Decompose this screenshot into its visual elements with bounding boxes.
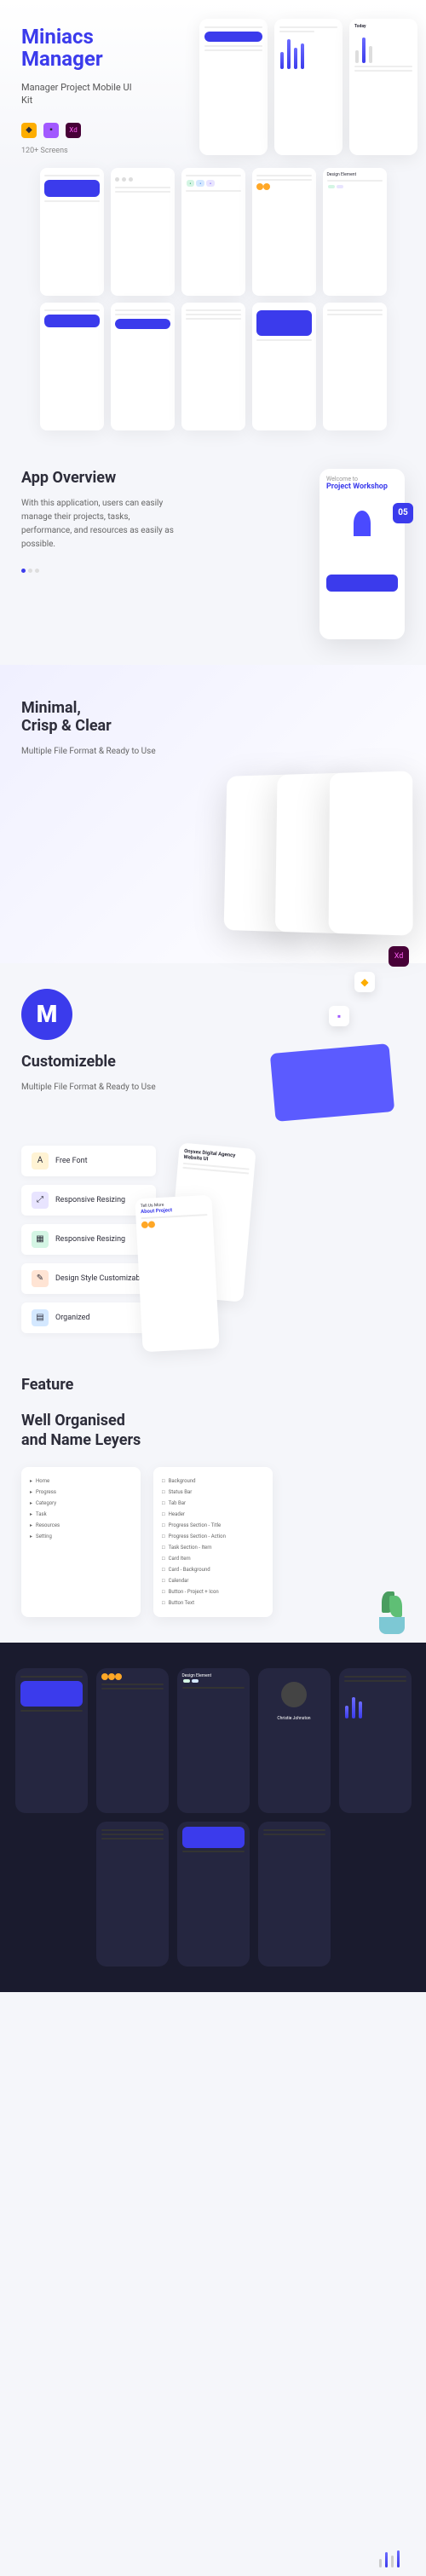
dark-phone-mockup: [258, 1822, 331, 1967]
layers-panel-1: ▸ Home ▸ Progress ▸ Category ▸ Task ▸ Re…: [21, 1467, 141, 1617]
minimal-title: Minimal,Crisp & Clear: [21, 699, 405, 735]
minimal-section: Minimal,Crisp & Clear Multiple File Form…: [0, 665, 426, 963]
phone-mockup: [252, 168, 316, 296]
xd-icon: Xd: [66, 123, 81, 138]
phone-mockup: [40, 168, 104, 296]
brand-logo: M: [21, 989, 72, 1040]
overview-title: App Overview: [21, 469, 302, 487]
layers-panel-illustration: [270, 1043, 394, 1122]
workshop-title: Project Workshop: [326, 482, 398, 491]
feature-section-title: Feature: [0, 1376, 426, 1394]
profile-name-label: Christie Johnston: [263, 1716, 325, 1721]
layers-section-title: Well Organisedand Name Leyers: [0, 1394, 426, 1468]
layer-row: ▸ Category: [30, 1498, 132, 1509]
dark-phone-mockup: [177, 1822, 250, 1967]
phone-mockup: ●●●: [181, 168, 245, 296]
feature-label: Responsive Resizing: [55, 1196, 125, 1204]
layer-row: □ Header: [162, 1509, 264, 1520]
phone-mockup: [40, 303, 104, 430]
sketch-icon: ◆: [354, 972, 375, 992]
phone-mockup: [274, 19, 343, 155]
layer-row: □ Button - Project + Icon: [162, 1586, 264, 1597]
person-illustration: [337, 498, 388, 549]
layer-row: ▸ Home: [30, 1476, 132, 1487]
layer-row: ▸ Resources: [30, 1520, 132, 1531]
phone-mockup: [252, 303, 316, 430]
phone-mockup-grid: ●●● Design Element: [0, 155, 426, 443]
layer-row: □ Card - Background: [162, 1564, 264, 1575]
layer-row: □ Progress Section - Action: [162, 1531, 264, 1542]
feature-item: A Free Font: [21, 1146, 156, 1176]
feature-label: Responsive Resizing: [55, 1235, 125, 1244]
dark-phone-mockup: [96, 1668, 169, 1813]
layer-row: □ Progress Section - Title: [162, 1520, 264, 1531]
figma-icon: ▪: [329, 1006, 349, 1026]
feature-label: Organized: [55, 1314, 90, 1322]
dark-phone-mockup: [96, 1822, 169, 1967]
organized-icon: ▤: [32, 1309, 49, 1326]
layer-row: □ Background: [162, 1476, 264, 1487]
phone-mockup: [329, 771, 413, 935]
feature-label: Design Style Customizable: [55, 1274, 146, 1283]
phone-mockup: [111, 303, 175, 430]
layer-row: ▸ Task: [30, 1509, 132, 1520]
features-section: A Free Font ⤢ Responsive Resizing ▦ Respons…: [0, 1120, 426, 1359]
phone-mockup: Today: [349, 19, 417, 155]
style-icon: ✎: [32, 1270, 49, 1287]
layers-panel-2: □ Background □ Status Bar □ Tab Bar □ He…: [153, 1467, 273, 1617]
layer-row: □ Calendar: [162, 1575, 264, 1586]
dark-phone-mockup: [339, 1668, 412, 1813]
resize-icon: ▦: [32, 1231, 49, 1248]
organized-layers-panels: ▸ Home ▸ Progress ▸ Category ▸ Task ▸ Re…: [0, 1467, 426, 1643]
layer-row: ▸ Progress: [30, 1487, 132, 1498]
phone-mockup: [111, 168, 175, 296]
phone-mockup: [181, 303, 245, 430]
resize-icon: ⤢: [32, 1192, 49, 1209]
welcome-label: Welcome to: [326, 476, 398, 482]
logo-letter: M: [37, 1000, 58, 1028]
figma-icon: ▪: [43, 123, 59, 138]
dark-phone-mockup: Design Element: [177, 1668, 250, 1813]
layer-row: □ Card Item: [162, 1553, 264, 1564]
app-overview-section: App Overview With this application, user…: [0, 443, 426, 665]
overview-phone-mockup: Welcome to Project Workshop 05: [320, 469, 405, 639]
feature-label: Free Font: [55, 1157, 88, 1165]
layer-row: □ Tab Bar: [162, 1498, 264, 1509]
plant-decoration: [375, 1591, 409, 1634]
dark-mode-section: Design Element Christie Johnston: [0, 1643, 426, 1992]
feature-item: ✎ Design Style Customizable: [21, 1263, 156, 1294]
design-element-label: Design Element: [182, 1673, 245, 1678]
feature-list: A Free Font ⤢ Responsive Resizing ▦ Respons…: [21, 1146, 156, 1333]
dark-phone-mockup: [15, 1668, 88, 1813]
phone-mockup: [199, 19, 268, 155]
phone-mockup: Design Element: [323, 168, 387, 296]
layer-row: □ Button Text: [162, 1597, 264, 1609]
layer-row: ▸ Setting: [30, 1531, 132, 1542]
date-badge: 05: [393, 503, 413, 523]
customizable-section: ◆ Xd ▪ M Customizeble Multiple File Form…: [0, 963, 426, 1120]
layer-row: □ Task Section - Item: [162, 1542, 264, 1553]
font-icon: A: [32, 1152, 49, 1170]
customizable-description: Multiple File Format & Ready to Use: [21, 1081, 175, 1095]
minimal-description: Multiple File Format & Ready to Use: [21, 745, 175, 759]
sketch-icon: ◆: [21, 123, 37, 138]
dark-phone-mockup: Christie Johnston: [258, 1668, 331, 1813]
phone-mockup: [323, 303, 387, 430]
phone-mockup: Tell Us More About Project: [135, 1194, 220, 1351]
perspective-phones: [37, 771, 413, 935]
overview-description: With this application, users can easily …: [21, 497, 175, 552]
mini-chart-icon: [378, 2546, 400, 2567]
feature-item: ▤ Organized: [21, 1302, 156, 1333]
layer-row: □ Status Bar: [162, 1487, 264, 1498]
xd-icon: Xd: [389, 946, 409, 967]
